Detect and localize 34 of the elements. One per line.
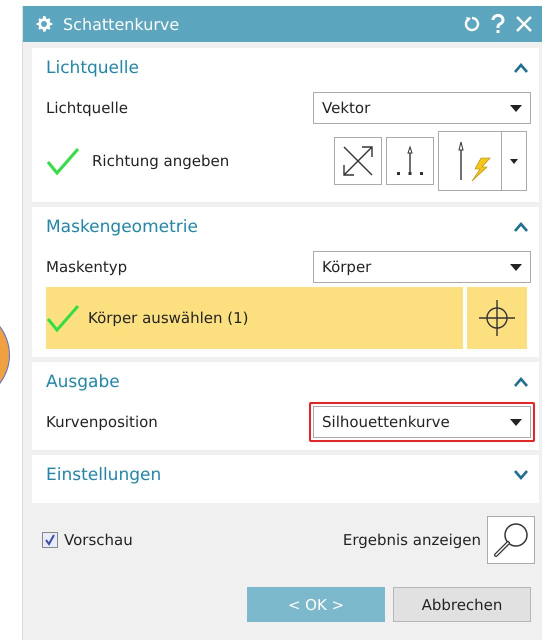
dropdown-field[interactable]: Silhouettenkurve: [313, 406, 531, 438]
section-title[interactable]: Maskengeometrie: [46, 217, 198, 237]
reset-icon[interactable]: [463, 15, 481, 33]
dropdown-field[interactable]: Körper: [313, 251, 531, 283]
dropdown-arrow-icon: [510, 418, 522, 426]
selection-bar[interactable]: Körper auswählen (1): [46, 287, 463, 349]
help-icon[interactable]: [491, 14, 505, 34]
dropdown-arrow-icon: [510, 104, 522, 112]
checkbox-label: Vorschau: [64, 531, 134, 549]
magnifier-button[interactable]: [487, 516, 535, 564]
field-label: Lichtquelle: [46, 99, 129, 117]
field-label: Maskentyp: [46, 258, 128, 276]
dropdown-field[interactable]: Vektor: [313, 92, 531, 124]
dotted-arrow-button[interactable]: [386, 137, 434, 185]
status-label: Richtung angeben: [92, 152, 230, 170]
expand-chevron-icon[interactable]: [513, 469, 529, 481]
bidirectional-arrow-button[interactable]: [334, 137, 382, 185]
window-title: Schattenkurve: [63, 14, 180, 34]
cancel-button[interactable]: Abbrechen: [393, 587, 531, 622]
crosshair-icon: [479, 298, 515, 338]
dropdown-arrow-icon: [510, 264, 522, 270]
crosshair-button[interactable]: [467, 287, 527, 349]
section-title[interactable]: Ausgabe: [46, 372, 120, 392]
collapse-chevron-icon[interactable]: [513, 376, 529, 388]
preview-checkbox[interactable]: [42, 532, 58, 548]
collapse-chevron-icon[interactable]: [513, 62, 529, 74]
field-label: Kurvenposition: [46, 413, 159, 431]
show-result-label: Ergebnis anzeigen: [342, 531, 481, 549]
close-icon[interactable]: [515, 15, 533, 33]
dropdown-arrow-icon: [510, 158, 518, 164]
gear-icon: [35, 15, 53, 33]
section-title[interactable]: Einstellungen: [46, 465, 162, 485]
collapse-chevron-icon[interactable]: [513, 221, 529, 233]
section-title[interactable]: Lichtquelle: [46, 58, 139, 78]
